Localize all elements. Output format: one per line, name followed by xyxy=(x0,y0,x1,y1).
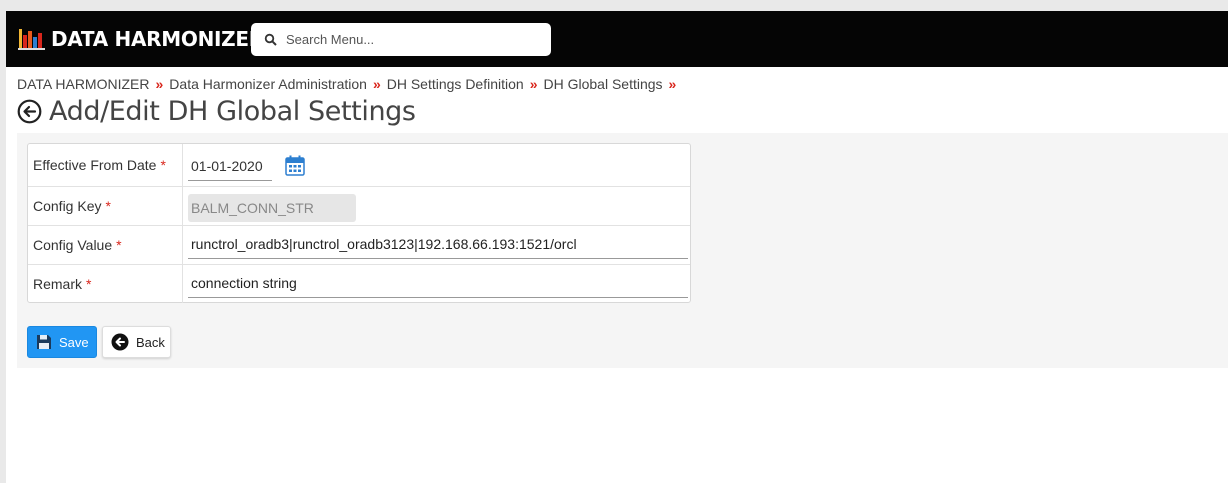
required-mark: * xyxy=(160,157,166,173)
search-icon xyxy=(264,33,277,46)
form-row-config-key: Config Key * BALM_CONN_STR xyxy=(28,187,690,226)
floppy-disk-icon xyxy=(37,335,51,349)
config-key-value: BALM_CONN_STR xyxy=(184,187,690,225)
config-value-label: Config Value * xyxy=(28,226,183,264)
required-mark: * xyxy=(116,237,122,253)
breadcrumb-separator: » xyxy=(155,76,164,92)
breadcrumb-item-global-settings[interactable]: DH Global Settings xyxy=(543,76,662,92)
form-row-effective-date: Effective From Date * 01-01-2020 xyxy=(28,144,690,187)
effective-date-label-text: Effective From Date xyxy=(33,157,157,173)
breadcrumb-separator: » xyxy=(668,76,677,92)
remark-label-text: Remark xyxy=(33,276,83,292)
breadcrumb-item-settings-definition[interactable]: DH Settings Definition xyxy=(387,76,524,92)
brand-name: DATA HARMONIZER xyxy=(51,27,264,51)
back-button[interactable]: Back xyxy=(102,326,171,358)
config-value-label-text: Config Value xyxy=(33,237,113,253)
required-mark: * xyxy=(105,198,111,214)
save-button-label: Save xyxy=(59,334,89,350)
config-value-value: runctrol_oradb3|runctrol_oradb3123|192.1… xyxy=(184,226,690,264)
config-key-label: Config Key * xyxy=(28,187,183,225)
page-title-text: Add/Edit DH Global Settings xyxy=(49,96,416,127)
app-window: DATA HARMONIZER DATA HARMONIZER » Data H… xyxy=(6,11,1228,483)
breadcrumb-item-administration[interactable]: Data Harmonizer Administration xyxy=(169,76,367,92)
top-navbar: DATA HARMONIZER xyxy=(6,11,1228,67)
breadcrumb-item-data-harmonizer[interactable]: DATA HARMONIZER xyxy=(17,76,150,92)
main-content: DATA HARMONIZER » Data Harmonizer Admini… xyxy=(6,67,1228,483)
save-button[interactable]: Save xyxy=(27,326,97,358)
settings-form: Effective From Date * 01-01-2020 Config … xyxy=(27,143,691,303)
form-row-remark: Remark * connection string xyxy=(28,265,690,303)
brand[interactable]: DATA HARMONIZER xyxy=(18,26,264,52)
config-key-input: BALM_CONN_STR xyxy=(188,194,356,222)
form-panel: Effective From Date * 01-01-2020 Config … xyxy=(17,133,1228,368)
back-button-label: Back xyxy=(136,334,165,350)
circle-arrow-left-icon[interactable] xyxy=(17,99,42,124)
config-key-label-text: Config Key xyxy=(33,198,102,214)
breadcrumb-separator: » xyxy=(372,76,381,92)
page-title: Add/Edit DH Global Settings xyxy=(17,96,416,127)
back-arrow-icon xyxy=(111,333,129,351)
remark-label: Remark * xyxy=(28,265,183,303)
effective-date-label: Effective From Date * xyxy=(28,144,183,186)
search-menu-input[interactable] xyxy=(286,25,536,54)
search-box xyxy=(251,23,551,56)
config-value-input[interactable]: runctrol_oradb3|runctrol_oradb3123|192.1… xyxy=(188,233,688,259)
calendar-icon[interactable] xyxy=(285,155,305,176)
form-row-config-value: Config Value * runctrol_oradb3|runctrol_… xyxy=(28,226,690,265)
effective-date-value: 01-01-2020 xyxy=(184,144,690,186)
required-mark: * xyxy=(86,276,92,292)
remark-input[interactable]: connection string xyxy=(188,272,688,298)
effective-date-input[interactable]: 01-01-2020 xyxy=(188,156,272,181)
breadcrumb-separator: » xyxy=(529,76,538,92)
bar-chart-logo-icon xyxy=(18,29,45,50)
remark-value: connection string xyxy=(184,265,690,303)
breadcrumb: DATA HARMONIZER » Data Harmonizer Admini… xyxy=(17,76,682,92)
